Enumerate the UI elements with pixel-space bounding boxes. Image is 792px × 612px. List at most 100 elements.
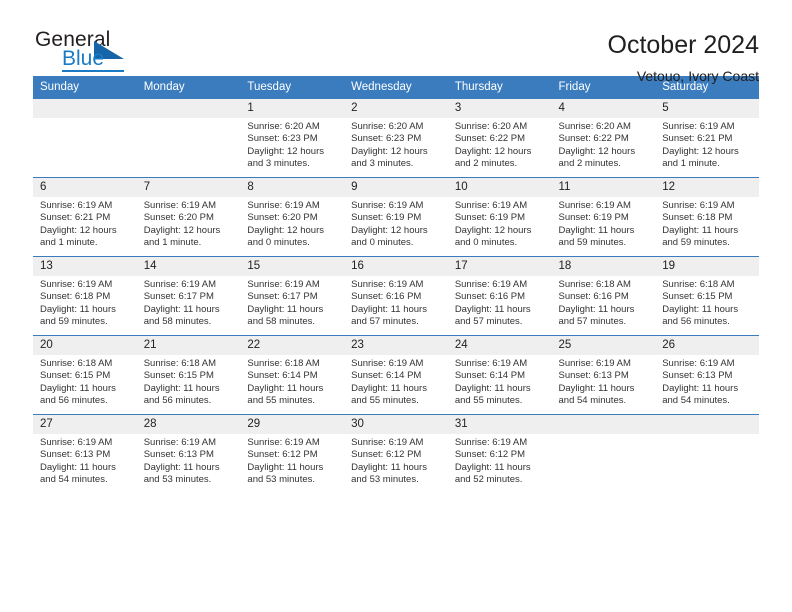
calendar-day-cell[interactable]: 12 Sunrise: 6:19 AM Sunset: 6:18 PM Dayligh… — [655, 177, 759, 257]
daylight-text: Daylight: 12 hours and 0 minutes. — [454, 224, 532, 249]
calendar-day-cell[interactable]: 4 Sunrise: 6:20 AM Sunset: 6:22 PM Daylight… — [551, 99, 656, 178]
calendar-day-cell[interactable]: 17 Sunrise: 6:19 AM Sunset: 6:16 PM Dayligh… — [447, 256, 552, 336]
calendar-day-cell[interactable]: 26 Sunrise: 6:19 AM Sunset: 6:13 PM Dayligh… — [655, 335, 759, 415]
calendar-day-cell[interactable]: 9 Sunrise: 6:19 AM Sunset: 6:19 PM Daylight… — [344, 177, 448, 257]
calendar-day-cell[interactable]: 13 Sunrise: 6:19 AM Sunset: 6:18 PM Dayligh… — [33, 256, 137, 336]
sunset-text: Sunset: 6:16 PM — [454, 291, 526, 303]
daylight-text: Daylight: 12 hours and 1 minute. — [40, 224, 117, 249]
day-details: Sunrise: 6:19 AM Sunset: 6:12 PM Daylight:… — [240, 434, 344, 487]
sunset-text: Sunset: 6:15 PM — [40, 370, 111, 382]
day-details: Sunrise: 6:18 AM Sunset: 6:15 PM Daylight:… — [655, 276, 759, 329]
sunset-text: Sunset: 6:12 PM — [247, 449, 318, 461]
daylight-text: Daylight: 11 hours and 53 minutes. — [143, 461, 220, 486]
day-details: Sunrise: 6:19 AM Sunset: 6:17 PM Daylight:… — [137, 276, 241, 329]
calendar-day-cell[interactable]: 24 Sunrise: 6:19 AM Sunset: 6:14 PM Dayligh… — [447, 335, 552, 415]
sunrise-text: Sunrise: 6:20 AM — [454, 121, 528, 132]
calendar-day-cell[interactable]: 3 Sunrise: 6:20 AM Sunset: 6:22 PM Daylight… — [447, 99, 552, 178]
calendar-day-cell[interactable]: 2 Sunrise: 6:20 AM Sunset: 6:23 PM Daylight… — [344, 99, 448, 178]
sunset-text: Sunset: 6:14 PM — [247, 370, 318, 382]
calendar-day-cell[interactable]: 30 Sunrise: 6:19 AM Sunset: 6:12 PM Dayligh… — [344, 414, 448, 493]
calendar-week-row: 27 Sunrise: 6:19 AM Sunset: 6:13 PM Dayligh… — [33, 414, 759, 493]
page-title: October 2024 — [607, 31, 760, 59]
day-number: 16 — [344, 257, 448, 276]
sunrise-text: Sunrise: 6:19 AM — [454, 437, 528, 448]
day-details: Sunrise: 6:19 AM Sunset: 6:19 PM Daylight:… — [344, 197, 448, 250]
calendar-day-cell[interactable]: 8 Sunrise: 6:19 AM Sunset: 6:20 PM Daylight… — [240, 177, 345, 257]
calendar-day-cell[interactable]: 19 Sunrise: 6:18 AM Sunset: 6:15 PM Dayligh… — [655, 256, 759, 336]
day-number: 31 — [447, 415, 552, 434]
sunset-text: Sunset: 6:13 PM — [558, 370, 629, 382]
day-cell-inner: 22 Sunrise: 6:18 AM Sunset: 6:14 PM Dayligh… — [240, 336, 345, 414]
logo-text-blue: Blue — [62, 47, 105, 70]
calendar-day-cell[interactable]: 27 Sunrise: 6:19 AM Sunset: 6:13 PM Dayligh… — [33, 414, 137, 493]
daylight-text: Daylight: 11 hours and 55 minutes. — [351, 382, 427, 407]
calendar-day-cell[interactable]: 11 Sunrise: 6:19 AM Sunset: 6:19 PM Dayligh… — [551, 177, 656, 257]
daylight-text: Daylight: 11 hours and 54 minutes. — [558, 382, 635, 407]
calendar-day-cell-empty — [136, 99, 241, 178]
sunrise-text: Sunrise: 6:19 AM — [247, 200, 320, 211]
calendar-day-cell[interactable]: 29 Sunrise: 6:19 AM Sunset: 6:12 PM Dayligh… — [240, 414, 345, 493]
day-details: Sunrise: 6:20 AM Sunset: 6:22 PM Daylight:… — [448, 118, 552, 171]
calendar-day-cell[interactable]: 14 Sunrise: 6:19 AM Sunset: 6:17 PM Dayligh… — [136, 256, 241, 336]
day-number: 21 — [136, 336, 241, 355]
day-number: 23 — [344, 336, 448, 355]
day-cell-inner: 4 Sunrise: 6:20 AM Sunset: 6:22 PM Daylight… — [551, 99, 656, 177]
general-blue-logo[interactable]: General Blue — [33, 28, 163, 76]
calendar-day-cell[interactable]: 10 Sunrise: 6:19 AM Sunset: 6:19 PM Dayligh… — [447, 177, 552, 257]
sunrise-text: Sunrise: 6:19 AM — [662, 200, 735, 211]
calendar-day-cell[interactable]: 7 Sunrise: 6:19 AM Sunset: 6:20 PM Daylight… — [136, 177, 241, 257]
day-cell-inner — [136, 99, 241, 177]
sunrise-text: Sunrise: 6:18 AM — [558, 279, 631, 290]
calendar-day-cell[interactable]: 28 Sunrise: 6:19 AM Sunset: 6:13 PM Dayligh… — [136, 414, 241, 493]
logo-underline — [62, 70, 124, 72]
calendar-day-cell[interactable]: 23 Sunrise: 6:19 AM Sunset: 6:14 PM Dayligh… — [344, 335, 448, 415]
calendar-day-cell[interactable]: 1 Sunrise: 6:20 AM Sunset: 6:23 PM Daylight… — [240, 99, 345, 178]
day-cell-inner: 12 Sunrise: 6:19 AM Sunset: 6:18 PM Dayligh… — [655, 178, 759, 256]
sunset-text: Sunset: 6:18 PM — [662, 212, 733, 224]
sunset-text: Sunset: 6:18 PM — [40, 291, 111, 303]
sunset-text: Sunset: 6:15 PM — [662, 291, 733, 303]
sunset-text: Sunset: 6:13 PM — [143, 449, 214, 461]
day-details — [655, 434, 759, 437]
day-details: Sunrise: 6:19 AM Sunset: 6:13 PM Daylight:… — [33, 434, 137, 487]
daylight-text: Daylight: 12 hours and 3 minutes. — [247, 145, 324, 170]
calendar-day-cell[interactable]: 20 Sunrise: 6:18 AM Sunset: 6:15 PM Dayligh… — [33, 335, 137, 415]
day-details: Sunrise: 6:19 AM Sunset: 6:18 PM Daylight:… — [33, 276, 137, 329]
sunset-text: Sunset: 6:23 PM — [247, 133, 318, 145]
sunset-text: Sunset: 6:21 PM — [662, 133, 733, 145]
day-number — [33, 99, 137, 118]
day-number: 30 — [344, 415, 448, 434]
sunset-text: Sunset: 6:22 PM — [454, 133, 526, 145]
calendar-day-cell[interactable]: 6 Sunrise: 6:19 AM Sunset: 6:21 PM Daylight… — [33, 177, 137, 257]
daylight-text: Daylight: 11 hours and 58 minutes. — [143, 303, 220, 328]
day-cell-inner: 6 Sunrise: 6:19 AM Sunset: 6:21 PM Daylight… — [33, 178, 137, 256]
calendar-day-cell[interactable]: 25 Sunrise: 6:19 AM Sunset: 6:13 PM Dayligh… — [551, 335, 656, 415]
daylight-text: Daylight: 12 hours and 1 minute. — [662, 145, 739, 170]
calendar-day-cell[interactable]: 5 Sunrise: 6:19 AM Sunset: 6:21 PM Daylight… — [655, 99, 759, 178]
day-details: Sunrise: 6:19 AM Sunset: 6:13 PM Daylight:… — [552, 355, 656, 408]
day-cell-inner: 1 Sunrise: 6:20 AM Sunset: 6:23 PM Daylight… — [240, 99, 345, 177]
calendar-day-cell[interactable]: 21 Sunrise: 6:18 AM Sunset: 6:15 PM Dayligh… — [136, 335, 241, 415]
day-number: 13 — [33, 257, 137, 276]
day-cell-inner: 17 Sunrise: 6:19 AM Sunset: 6:16 PM Dayligh… — [447, 257, 552, 335]
daylight-text: Daylight: 12 hours and 1 minute. — [143, 224, 221, 249]
sunset-text: Sunset: 6:19 PM — [351, 212, 422, 224]
daylight-text: Daylight: 12 hours and 2 minutes. — [454, 145, 532, 170]
sunrise-text: Sunrise: 6:19 AM — [351, 358, 424, 369]
calendar-day-cell[interactable]: 15 Sunrise: 6:19 AM Sunset: 6:17 PM Dayligh… — [240, 256, 345, 336]
day-details: Sunrise: 6:20 AM Sunset: 6:23 PM Daylight:… — [344, 118, 448, 171]
day-cell-inner: 23 Sunrise: 6:19 AM Sunset: 6:14 PM Dayligh… — [344, 336, 448, 414]
day-details: Sunrise: 6:19 AM Sunset: 6:13 PM Daylight:… — [137, 434, 241, 487]
weekday-header-wednesday: Wednesday — [344, 76, 448, 99]
calendar-day-cell[interactable]: 18 Sunrise: 6:18 AM Sunset: 6:16 PM Dayligh… — [551, 256, 656, 336]
sunset-text: Sunset: 6:12 PM — [454, 449, 526, 461]
calendar-day-cell[interactable]: 31 Sunrise: 6:19 AM Sunset: 6:12 PM Dayligh… — [447, 414, 552, 493]
day-number: 25 — [551, 336, 656, 355]
day-details: Sunrise: 6:18 AM Sunset: 6:15 PM Daylight:… — [33, 355, 137, 408]
day-details: Sunrise: 6:19 AM Sunset: 6:20 PM Daylight:… — [240, 197, 344, 250]
sunset-text: Sunset: 6:14 PM — [351, 370, 422, 382]
calendar-day-cell[interactable]: 22 Sunrise: 6:18 AM Sunset: 6:14 PM Dayligh… — [240, 335, 345, 415]
day-cell-inner: 5 Sunrise: 6:19 AM Sunset: 6:21 PM Daylight… — [655, 99, 759, 177]
day-number: 9 — [344, 178, 448, 197]
calendar-day-cell[interactable]: 16 Sunrise: 6:19 AM Sunset: 6:16 PM Dayligh… — [344, 256, 448, 336]
